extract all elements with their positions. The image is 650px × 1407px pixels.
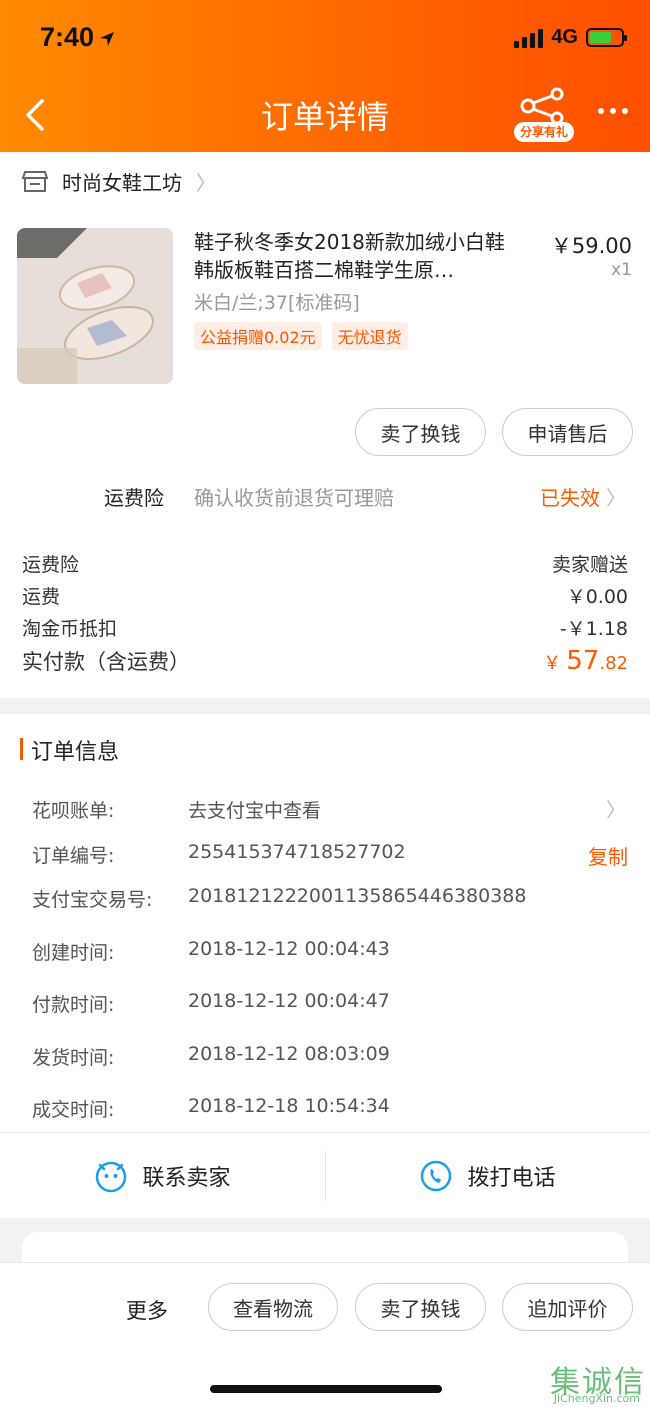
more-menu-icon[interactable] (598, 108, 628, 114)
total-label: 实付款（含运费） (22, 650, 190, 674)
chat-face-icon (96, 1161, 127, 1193)
product-qty: x1 (611, 260, 632, 280)
share-label: 分享有礼 (514, 122, 574, 142)
home-indicator (210, 1385, 442, 1393)
watermark: 集诚信 JiChengXin.com (550, 1357, 646, 1405)
call-button[interactable]: 拨打电话 (325, 1133, 650, 1219)
watermark-sub: JiChengXin.com (553, 1392, 640, 1405)
chevron-right-icon: 〉 (606, 486, 626, 510)
fee-value: 卖家赠送 (551, 554, 628, 576)
order-info-heading: 订单信息 (31, 740, 120, 765)
info-value: 去支付宝中查看 (188, 800, 322, 822)
info-key: 发货时间: (32, 1047, 115, 1069)
contact-seller-button[interactable]: 联系卖家 (0, 1133, 325, 1219)
status-time: 7:40 (40, 22, 116, 53)
info-value: 2018-12-12 00:04:43 (188, 938, 390, 960)
info-value: 2018-12-12 08:03:09 (188, 1043, 390, 1065)
location-arrow-icon (100, 32, 115, 46)
shoe-photo (17, 228, 173, 384)
info-key: 创建时间: (32, 942, 115, 964)
info-key: 付款时间: (32, 994, 115, 1016)
product-price: ￥59.00 (550, 234, 632, 258)
info-key: 成交时间: (32, 1099, 115, 1121)
tag-return: 无忧退货 (331, 322, 408, 350)
tag-charity: 公益捐赠0.02元 (194, 322, 322, 350)
total-currency: ￥ (543, 653, 562, 674)
store-name: 时尚女鞋工坊 (62, 170, 182, 195)
product-title[interactable]: 鞋子秋冬季女2018新款加绒小白鞋韩版板鞋百搭二棉鞋学生原… (194, 228, 524, 284)
fee-label: 运费险 (22, 554, 80, 576)
contact-bar: 联系卖家 拨打电话 (0, 1132, 650, 1218)
fee-label: 淘金币抵扣 (22, 618, 118, 640)
fee-value: -￥1.18 (559, 618, 628, 640)
store-icon (22, 171, 48, 192)
product-image[interactable] (17, 228, 173, 384)
total-decimal: .82 (599, 653, 628, 674)
total-row: 实付款（含运费） ￥ 57.82 (22, 646, 628, 676)
section-accent-bar (20, 738, 23, 760)
status-right: 4G (514, 26, 627, 49)
more-button[interactable]: 更多 (126, 1295, 168, 1325)
info-key: 订单编号: (32, 845, 115, 867)
info-value: 255415374718527702 (188, 841, 406, 863)
info-key: 花呗账单: (32, 800, 115, 822)
after-sale-button[interactable]: 申请售后 (502, 408, 633, 456)
network-label: 4G (551, 26, 578, 48)
product-tags: 公益捐赠0.02元 无忧退货 (194, 322, 408, 350)
total-integer: 57 (566, 646, 600, 676)
order-card: 时尚女鞋工坊 〉 鞋子秋冬季女2018新款加绒小白鞋韩版板鞋百搭二棉鞋学生原… … (0, 152, 650, 698)
share-icon (520, 87, 564, 125)
chevron-right-icon: 〉 (606, 798, 626, 822)
order-info-card: 订单信息 花呗账单: 去支付宝中查看 〉 订单编号: 2554153747185… (0, 714, 650, 1218)
product-spec: 米白/兰;37[标准码] (194, 292, 360, 314)
insurance-status: 已失效〉 (540, 482, 626, 511)
fee-label: 运费 (22, 586, 61, 608)
fee-row: 淘金币抵扣 -￥1.18 (22, 614, 628, 641)
info-value: 2018-12-18 10:54:34 (188, 1095, 390, 1117)
sell-button-bottom[interactable]: 卖了换钱 (355, 1283, 486, 1331)
store-row[interactable]: 时尚女鞋工坊 〉 (22, 166, 216, 196)
call-label: 拨打电话 (467, 1166, 556, 1191)
fee-row: 运费 ￥0.00 (22, 582, 628, 609)
header: 7:40 4G 订单详情 分享有礼 (0, 0, 650, 152)
fee-value: ￥0.00 (566, 586, 628, 608)
view-logistics-button[interactable]: 查看物流 (208, 1283, 338, 1331)
copy-button[interactable]: 复制 (588, 841, 628, 870)
info-value: 2018121222001135865446380388 (188, 885, 527, 907)
bottom-action-bar: 更多 查看物流 卖了换钱 追加评价 集诚信 JiChengXin.com (0, 1262, 650, 1407)
insurance-status-text: 已失效 (540, 486, 600, 510)
info-key: 支付宝交易号: (32, 889, 153, 911)
status-time-text: 7:40 (40, 22, 95, 52)
total-amount: ￥ 57.82 (543, 646, 628, 676)
sell-button[interactable]: 卖了换钱 (355, 408, 486, 456)
chevron-right-icon: 〉 (196, 170, 216, 195)
insurance-title: 运费险 (104, 486, 164, 510)
insurance-row[interactable]: 运费险 确认收货前退货可理赔 已失效〉 (0, 478, 650, 518)
add-review-button[interactable]: 追加评价 (502, 1283, 633, 1331)
info-value: 2018-12-12 00:04:47 (188, 990, 390, 1012)
share-button[interactable]: 分享有礼 (514, 86, 576, 144)
signal-icon (514, 28, 544, 48)
contact-seller-label: 联系卖家 (142, 1166, 231, 1191)
phone-icon (421, 1160, 452, 1192)
insurance-desc: 确认收货前退货可理赔 (194, 486, 394, 510)
fee-row: 运费险 卖家赠送 (22, 550, 628, 577)
battery-icon (586, 28, 627, 47)
